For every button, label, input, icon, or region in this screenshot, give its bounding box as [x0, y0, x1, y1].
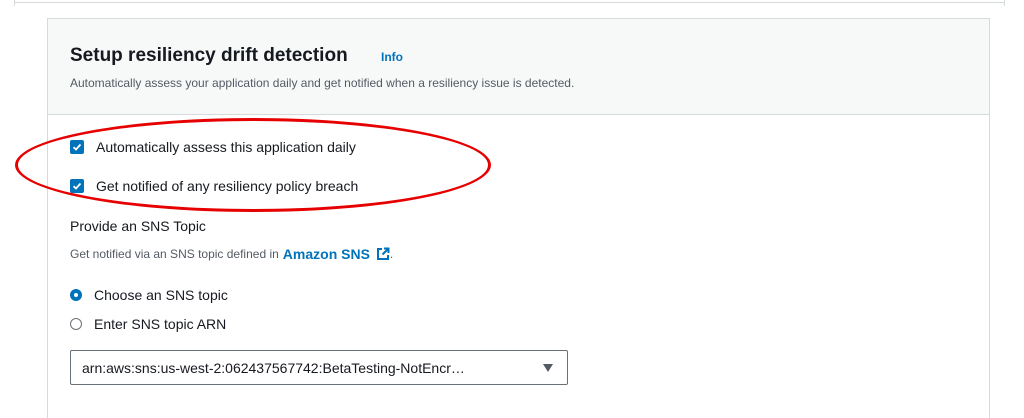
drift-detection-panel: Setup resiliency drift detection Info Au… [47, 18, 990, 418]
amazon-sns-link[interactable]: Amazon SNS [283, 246, 370, 262]
radio-enter-arn-button[interactable] [70, 318, 82, 330]
sns-topic-select[interactable]: arn:aws:sns:us-west-2:062437567742:BetaT… [70, 350, 568, 385]
panel-subtitle: Automatically assess your application da… [70, 76, 575, 90]
radio-choose-topic[interactable]: Choose an SNS topic [70, 285, 228, 305]
radio-enter-arn-label: Enter SNS topic ARN [94, 316, 227, 332]
auto-assess-option[interactable]: Automatically assess this application da… [70, 137, 356, 157]
notify-checkbox[interactable] [70, 179, 84, 193]
radio-enter-arn[interactable]: Enter SNS topic ARN [70, 314, 226, 334]
sns-description-suffix: . [389, 247, 394, 261]
top-divider [14, 0, 1004, 3]
auto-assess-label: Automatically assess this application da… [96, 139, 356, 155]
caret-down-icon [543, 363, 553, 372]
panel-header: Setup resiliency drift detection Info Au… [48, 19, 989, 115]
check-icon [72, 143, 82, 151]
radio-choose-topic-label: Choose an SNS topic [94, 287, 228, 303]
outer-border-right [1004, 0, 1005, 6]
auto-assess-checkbox[interactable] [70, 140, 84, 154]
notify-label: Get notified of any resiliency policy br… [96, 178, 359, 194]
radio-choose-topic-button[interactable] [70, 289, 82, 301]
info-link[interactable]: Info [381, 50, 403, 64]
sns-topic-select-value: arn:aws:sns:us-west-2:062437567742:BetaT… [82, 359, 465, 376]
panel-title: Setup resiliency drift detection [70, 45, 348, 66]
external-link-icon[interactable] [376, 247, 390, 261]
sns-topic-label: Provide an SNS Topic [70, 218, 206, 234]
sns-topic-description: Get notified via an SNS topic defined in… [70, 246, 393, 262]
sns-description-text: Get notified via an SNS topic defined in [70, 247, 279, 261]
outer-border-left [14, 0, 15, 6]
check-icon [72, 182, 82, 190]
notify-option[interactable]: Get notified of any resiliency policy br… [70, 176, 358, 196]
